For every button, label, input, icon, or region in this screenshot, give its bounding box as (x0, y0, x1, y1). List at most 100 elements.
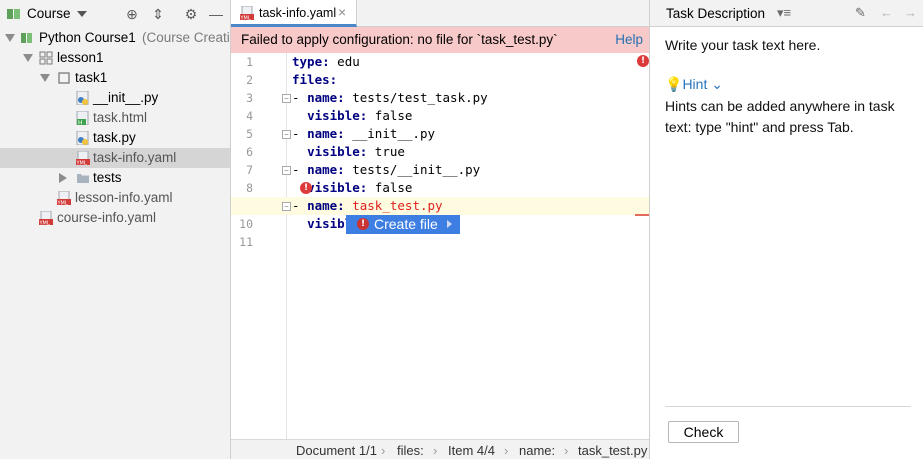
tree-item-lesson-info-yaml[interactable]: YML lesson-info.yaml (0, 188, 230, 208)
tree-item-label: tests (93, 170, 122, 185)
breadcrumb-separator-icon: › (381, 443, 386, 458)
code-line[interactable]: visible: false (292, 107, 412, 125)
tree-item-init-py[interactable]: __init__.py (0, 88, 230, 108)
error-stripe-mark[interactable] (635, 214, 649, 216)
line-number: 6 (246, 145, 253, 159)
tree-item-task1[interactable]: task1 (0, 68, 230, 88)
breadcrumb-item[interactable]: Item 4/4 (448, 443, 495, 458)
code-value: false (367, 108, 413, 123)
project-panel: Course ⊕ ⇕ ⚙ — Python Course1 (Course Cr… (0, 0, 231, 459)
fold-marker-icon[interactable]: − (282, 94, 291, 103)
code-key: name: (307, 162, 345, 177)
code-line[interactable]: type: edu (292, 53, 360, 71)
line-number: 1 (246, 55, 253, 69)
code-prefix: - (292, 162, 308, 177)
submenu-arrow-icon (447, 220, 452, 228)
expand-arrow-icon[interactable] (40, 74, 50, 82)
breadcrumb-name[interactable]: name: (519, 443, 555, 458)
check-button[interactable]: Check (668, 421, 739, 443)
line-number: 7 (246, 163, 253, 177)
tree-item-tests[interactable]: tests (0, 168, 230, 188)
tree-item-course[interactable]: Python Course1 (Course Creati (0, 28, 230, 48)
code-value: false (367, 180, 413, 195)
tree-item-label: lesson-info.yaml (75, 190, 173, 205)
line-number: 8 (246, 181, 253, 195)
back-arrow-icon[interactable]: ← (880, 5, 893, 20)
line-gutter: 1234567891011 (231, 53, 287, 439)
code-key: name: (307, 198, 345, 213)
expand-arrow-icon[interactable] (5, 34, 15, 42)
edit-icon[interactable]: ✎ (855, 5, 866, 21)
line-number: 5 (246, 127, 253, 141)
yaml-file-icon: YML (57, 191, 71, 205)
project-toolbar: Course ⊕ ⇕ ⚙ — (0, 0, 230, 27)
tab-label: task-info.yaml (259, 6, 337, 20)
project-view-title[interactable]: Course (27, 6, 71, 21)
hide-icon[interactable]: — (208, 6, 224, 22)
forward-arrow-icon[interactable]: → (904, 5, 917, 20)
code-line[interactable]: files: (292, 71, 337, 89)
breadcrumb-files[interactable]: files: (397, 443, 424, 458)
tree-item-task-html[interactable]: H task.html (0, 108, 230, 128)
code-prefix: - (292, 198, 308, 213)
breadcrumb-document[interactable]: Document 1/1 (296, 443, 377, 458)
folder-icon (77, 174, 89, 183)
editor-tab[interactable]: YML task-info.yaml × (231, 0, 357, 27)
code-line[interactable]: visibl (292, 215, 352, 233)
tree-item-label: lesson1 (57, 50, 104, 65)
code-prefix: - (292, 90, 308, 105)
code-line[interactable]: - name: __init__.py (292, 125, 435, 143)
panel-menu-icon[interactable]: ▾≡ (777, 5, 791, 21)
locate-icon[interactable]: ⊕ (124, 6, 140, 22)
code-line[interactable]: - name: tests/__init__.py (292, 161, 480, 179)
code-line[interactable]: - name: task_test.py (292, 197, 443, 215)
code-key: visible: (307, 108, 368, 123)
tree-item-course-info-yaml[interactable]: YML course-info.yaml (0, 208, 230, 228)
code-key: files: (292, 72, 338, 87)
chevron-down-icon[interactable] (76, 10, 87, 17)
expand-arrow-icon[interactable] (23, 54, 33, 62)
code-key: visible: (307, 180, 368, 195)
html-file-icon: H (76, 111, 89, 125)
help-link[interactable]: Help (615, 32, 643, 47)
fold-marker-icon[interactable]: − (282, 130, 291, 139)
tree-item-label: course-info.yaml (57, 210, 157, 225)
create-file-action[interactable]: Create file (374, 216, 438, 232)
tree-item-task-info-yaml[interactable]: YML task-info.yaml (0, 148, 230, 168)
python-file-icon (76, 91, 89, 105)
code-line[interactable]: - name: tests/test_task.py (292, 89, 488, 107)
collapse-arrow-icon[interactable] (59, 173, 67, 183)
hint-label: Hint (682, 76, 708, 92)
svg-text:YML: YML (76, 160, 87, 165)
code-prefix (292, 216, 307, 231)
line-number: 11 (239, 235, 253, 249)
fold-marker-icon[interactable]: − (282, 202, 291, 211)
tree-item-lesson1[interactable]: lesson1 (0, 48, 230, 68)
tree-item-task-py[interactable]: task.py (0, 128, 230, 148)
task-description-panel: Task Description ▾≡ ✎ ← → Write your tas… (650, 0, 923, 459)
yaml-file-icon: YML (240, 6, 254, 20)
hint-toggle[interactable]: 💡Hint ⌄ (665, 76, 723, 93)
code-prefix: - (292, 126, 308, 141)
code-line[interactable]: visible: true (292, 143, 405, 161)
task-text: Write your task text here. (665, 37, 821, 53)
error-indicator-icon[interactable]: ! (637, 55, 649, 67)
fold-marker-icon[interactable]: − (282, 166, 291, 175)
line-number: 3 (246, 91, 253, 105)
task-panel-title: Task Description (666, 6, 766, 21)
close-icon[interactable]: × (338, 4, 346, 20)
lesson-icon (39, 51, 53, 65)
chevron-down-icon: ⌄ (711, 76, 723, 92)
error-bulb-icon[interactable]: ! (300, 182, 312, 194)
tree-item-suffix: (Course Creati (142, 30, 230, 45)
course-icon (21, 33, 32, 43)
code-key: name: (307, 90, 345, 105)
breadcrumb-value[interactable]: task_test.py (578, 443, 647, 458)
gear-icon[interactable]: ⚙ (183, 6, 199, 22)
code-key: name: (307, 126, 345, 141)
divider (665, 406, 911, 407)
line-number: 4 (246, 109, 253, 123)
code-value: tests/__init__.py (344, 162, 481, 177)
collapse-all-icon[interactable]: ⇕ (150, 6, 166, 22)
quickfix-popup[interactable]: ! Create file (346, 215, 460, 234)
